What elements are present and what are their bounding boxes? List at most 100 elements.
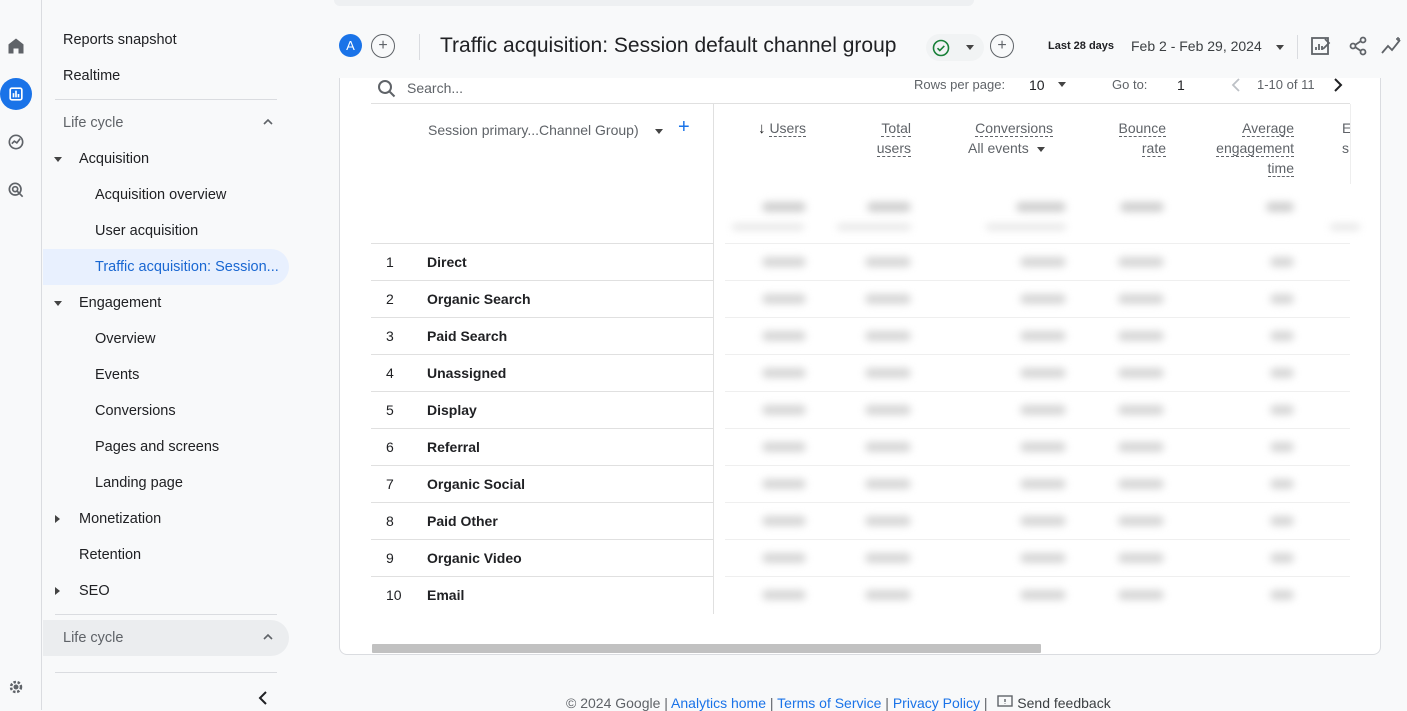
dimension-column-header[interactable]: Session primary...Channel Group) — [428, 122, 663, 138]
rows-per-page-select[interactable]: 10 — [1029, 78, 1045, 93]
horizontal-scrollbar[interactable] — [372, 644, 1041, 653]
table-row[interactable]: 8 Paid Other — [371, 502, 713, 539]
channel-name: Paid Search — [427, 328, 508, 344]
terms-link[interactable]: Terms of Service — [777, 695, 881, 711]
nav-label: Monetization — [79, 511, 162, 527]
explore-icon[interactable] — [0, 126, 32, 158]
metric-header-conversions[interactable]: Conversions All events — [958, 118, 1053, 158]
nav-panel: Reports snapshot Realtime Life cycle Acq… — [43, 0, 303, 710]
nav-pages-and-screens[interactable]: Pages and screens — [95, 429, 219, 465]
toolbar-divider — [371, 103, 1350, 104]
metric-header-total-users[interactable]: Total users — [845, 118, 911, 158]
dimension-dropdown-icon[interactable] — [654, 128, 663, 134]
caret-right-icon — [55, 587, 60, 595]
nav-events[interactable]: Events — [95, 357, 139, 393]
icon-rail — [0, 0, 42, 710]
rows-dropdown-icon[interactable] — [1058, 82, 1066, 87]
nav-engagement[interactable]: Engagement — [54, 285, 161, 321]
nav-landing-page[interactable]: Landing page — [95, 465, 183, 501]
metric-header-avg-engagement[interactable]: Average engagement time — [1198, 118, 1294, 178]
metric-header-users[interactable]: ↓ Users — [748, 118, 806, 139]
row-divider-blurred — [725, 391, 1350, 392]
nav-reports-snapshot[interactable]: Reports snapshot — [63, 22, 177, 58]
blurred-metric-value — [1118, 553, 1164, 563]
next-page-icon[interactable] — [1331, 78, 1345, 93]
search-input[interactable] — [407, 78, 607, 100]
metric-header-truncated[interactable]: E s — [1342, 118, 1354, 158]
sort-desc-icon: ↓ — [758, 120, 766, 137]
blurred-metric-value — [1118, 516, 1164, 526]
table-row[interactable]: 5 Display — [371, 391, 713, 428]
nav-divider — [55, 99, 277, 100]
blurred-metric-value — [1270, 405, 1294, 415]
nav-label: Engagement — [79, 295, 162, 311]
customize-report-icon[interactable]: + — [990, 34, 1014, 58]
analytics-home-link[interactable]: Analytics home — [671, 695, 766, 711]
table-row[interactable]: 4 Unassigned — [371, 354, 713, 391]
gear-icon[interactable] — [0, 671, 32, 703]
blurred-metric-value — [762, 442, 806, 452]
channel-name: Direct — [427, 254, 467, 270]
goto-label: Go to: — [1112, 78, 1148, 92]
reports-icon[interactable] — [0, 78, 32, 110]
channel-name: Organic Search — [427, 291, 531, 307]
table-row[interactable]: 6 Referral — [371, 428, 713, 465]
table-row[interactable]: 2 Organic Search — [371, 280, 713, 317]
rows-per-page-label: Rows per page: — [914, 78, 1006, 92]
nav-retention[interactable]: Retention — [79, 537, 141, 573]
page-title: Traffic acquisition: Session default cha… — [440, 34, 897, 57]
nav-traffic-acquisition[interactable]: Traffic acquisition: Session... — [43, 249, 289, 285]
edge-divider — [1350, 104, 1351, 184]
metric-label: engagement — [1216, 140, 1294, 157]
blurred-metric-value — [1270, 516, 1294, 526]
nav-acquisition-overview[interactable]: Acquisition overview — [95, 177, 226, 213]
date-dropdown-icon[interactable] — [1276, 45, 1284, 50]
row-number: 1 — [386, 254, 394, 270]
nav-section-life-cycle-2[interactable]: Life cycle — [43, 620, 289, 656]
metric-header-bounce-rate[interactable]: Bounce rate — [1100, 118, 1166, 158]
collapse-nav-icon[interactable] — [255, 688, 271, 708]
nav-realtime[interactable]: Realtime — [63, 58, 120, 94]
row-divider-blurred — [725, 428, 1350, 429]
add-dimension-icon[interactable]: + — [678, 116, 690, 139]
edit-report-icon[interactable] — [1309, 34, 1333, 58]
nav-monetization[interactable]: Monetization — [55, 501, 161, 537]
chevron-up-icon — [263, 633, 273, 640]
insights-icon[interactable] — [1380, 34, 1404, 58]
privacy-link[interactable]: Privacy Policy — [893, 695, 980, 711]
nav-overview[interactable]: Overview — [95, 321, 155, 357]
table-row[interactable]: 10 Email — [371, 576, 713, 613]
table-row[interactable]: 3 Paid Search — [371, 317, 713, 354]
table-toolbar: Rows per page: 10 Go to: 1 1-10 of 11 — [340, 78, 1380, 106]
date-range[interactable]: Feb 2 - Feb 29, 2024 — [1131, 38, 1262, 54]
prev-page-icon[interactable] — [1229, 78, 1243, 93]
table-row[interactable]: 9 Organic Video — [371, 539, 713, 576]
conversions-event-select[interactable]: All events — [968, 140, 1029, 156]
blurred-metric-value — [1118, 331, 1164, 341]
nav-acquisition[interactable]: Acquisition — [54, 141, 149, 177]
nav-section-life-cycle[interactable]: Life cycle — [43, 105, 289, 141]
share-icon[interactable] — [1346, 34, 1370, 58]
nav-label: Realtime — [63, 68, 121, 84]
top-search-bar-edge — [334, 0, 974, 6]
table-row[interactable]: 1 Direct — [371, 243, 713, 280]
table-row[interactable]: 7 Organic Social — [371, 465, 713, 502]
advertising-icon[interactable] — [0, 174, 32, 206]
blurred-metric-value — [1270, 479, 1294, 489]
copyright-text: © 2024 Google | — [566, 695, 668, 711]
footer-separator: | — [885, 695, 889, 711]
add-comparison-icon[interactable]: + — [371, 34, 395, 58]
header-divider — [419, 34, 420, 60]
nav-user-acquisition[interactable]: User acquisition — [95, 213, 198, 249]
home-icon[interactable] — [0, 30, 32, 62]
nav-seo[interactable]: SEO — [55, 573, 110, 609]
nav-label: Acquisition overview — [95, 187, 227, 203]
nav-conversions[interactable]: Conversions — [95, 393, 176, 429]
channel-name: Email — [427, 587, 465, 603]
nav-label: Reports snapshot — [63, 32, 177, 48]
goto-input[interactable]: 1 — [1177, 78, 1185, 93]
send-feedback-button[interactable]: Send feedback — [997, 695, 1111, 711]
avatar[interactable]: A — [339, 34, 362, 57]
report-status-pill[interactable] — [926, 34, 984, 61]
blurred-metric-value — [1020, 294, 1066, 304]
